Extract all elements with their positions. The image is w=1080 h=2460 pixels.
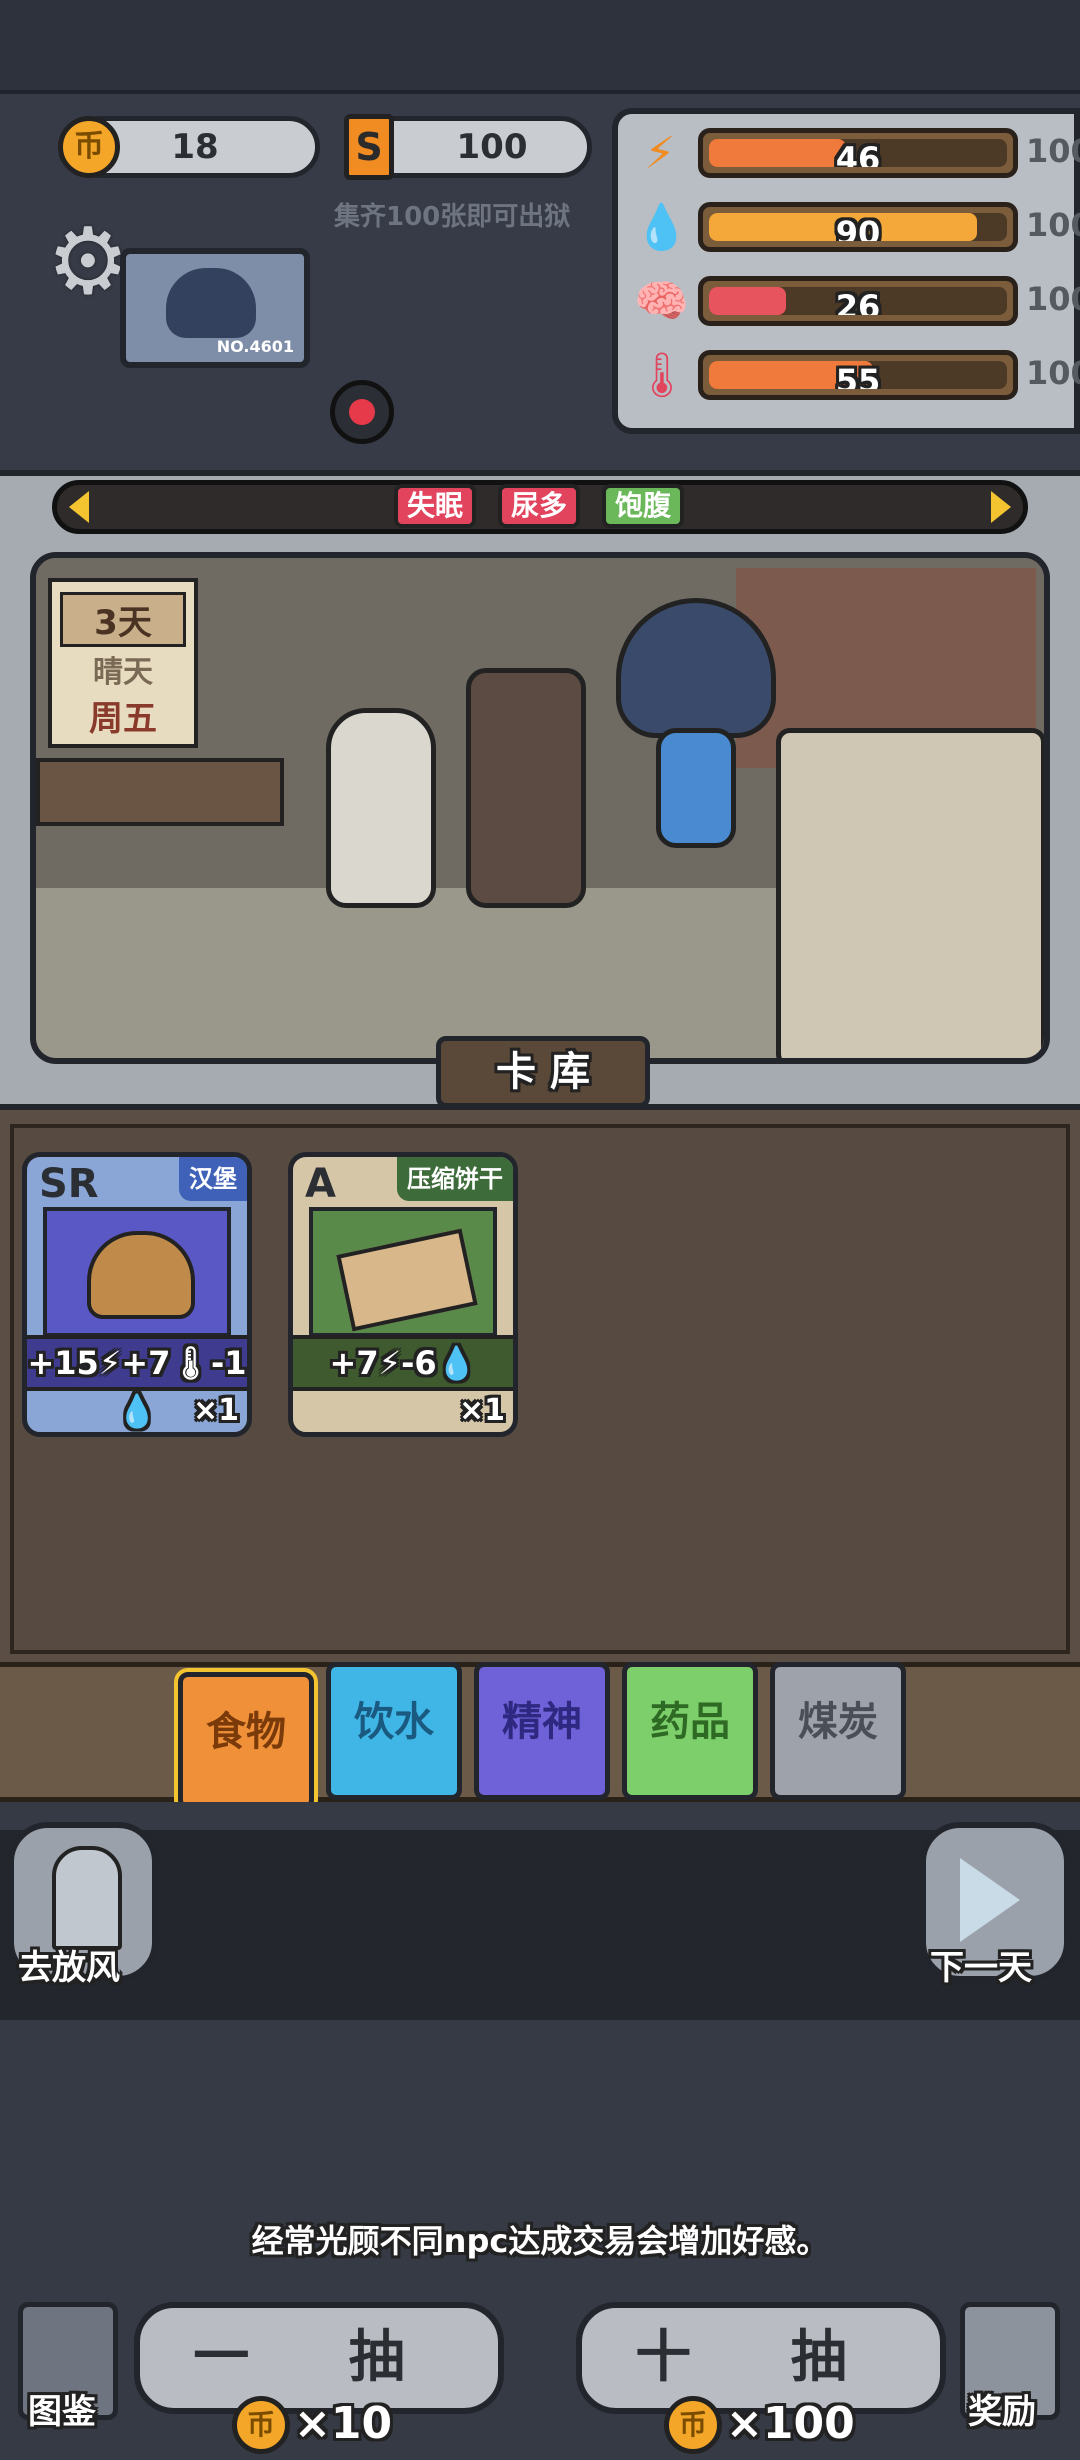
draw-ten-label: 十 抽 (635, 2325, 887, 2390)
water-max: 100 (1026, 206, 1080, 244)
tab-mind-label: 精神 (502, 1699, 582, 1745)
bed[interactable] (776, 728, 1044, 1058)
stat-water: 💧 90 100 (634, 198, 1080, 258)
temperature-bar: 55 (698, 350, 1018, 400)
tab-medicine[interactable]: 药品 (622, 1662, 758, 1800)
floor-grate (0, 1830, 1080, 2020)
prisoner-portrait-icon (166, 268, 256, 338)
reward-label: 奖励 (968, 2392, 1036, 2432)
brain-icon: 🧠 (634, 276, 689, 327)
prison-cell-scene: 3天 晴天 周五 (30, 552, 1050, 1064)
coal-stove[interactable] (466, 668, 586, 908)
camera-icon (330, 380, 394, 444)
coin-icon: 币 (58, 116, 120, 178)
draw-ten-cost: ×100 (726, 2398, 855, 2449)
water-icon: 💧 (634, 202, 689, 253)
prisoner-character[interactable] (596, 598, 796, 918)
calendar: 3天 晴天 周五 (48, 578, 198, 748)
next-arrow-icon[interactable] (991, 491, 1011, 523)
energy-value: 46 (835, 140, 881, 167)
status-tag-full: 饱腹 (602, 484, 684, 528)
card-rank: A (305, 1161, 336, 1207)
status-tag-insomnia: 失眠 (394, 484, 476, 528)
tab-coal[interactable]: 煤炭 (770, 1662, 906, 1800)
toilet[interactable] (326, 708, 436, 908)
energy-icon: ⚡ (644, 128, 676, 179)
card-effects: +7⚡-6💧 (293, 1335, 513, 1391)
energy-max: 100 (1026, 132, 1080, 170)
draw-one-label: 一 抽 (193, 2325, 445, 2390)
stat-energy: ⚡ 46 100 (634, 124, 1080, 184)
biscuit-icon (309, 1207, 497, 1337)
prisoner-monitor: NO.4601 (120, 248, 310, 368)
card-rank: SR (39, 1161, 99, 1207)
water-bar: 90 (698, 202, 1018, 252)
draw-one-cost: ×10 (294, 2398, 393, 2449)
card-count: ×1 (192, 1393, 239, 1428)
tab-food[interactable]: 食物 (174, 1668, 318, 1814)
card-hamburger[interactable]: SR 汉堡 +15⚡+7🌡-1💧 ×1 (22, 1152, 252, 1437)
tab-mind[interactable]: 精神 (474, 1662, 610, 1800)
collect-hint: 集齐100张即可出狱 (334, 202, 571, 232)
tip-text: 经常光顾不同npc达成交易会增加好感。 (251, 2222, 829, 2260)
stat-temperature: 🌡 55 100 (634, 346, 1080, 406)
coin-icon: 币 (664, 2396, 722, 2454)
card-name: 汉堡 (179, 1157, 247, 1201)
water-value: 90 (835, 214, 881, 241)
tab-food-label: 食物 (206, 1709, 286, 1755)
card-count: ×1 (458, 1393, 505, 1428)
tab-medicine-label: 药品 (650, 1699, 730, 1745)
status-tag-frequent-urination: 尿多 (498, 484, 580, 528)
temperature-max: 100 (1026, 354, 1080, 392)
card-library-button[interactable]: 卡 库 (436, 1036, 650, 1108)
stat-mind: 🧠 26 100 (634, 272, 1080, 332)
stone-wall-top (0, 0, 1080, 94)
card-library-label: 卡 库 (496, 1049, 590, 1095)
card-effects: +15⚡+7🌡-1💧 (27, 1335, 247, 1430)
card-s-icon: S (344, 114, 394, 180)
temperature-value: 55 (835, 362, 881, 389)
hamburger-icon (43, 1207, 231, 1337)
tab-water-label: 饮水 (354, 1699, 434, 1745)
mind-max: 100 (1026, 280, 1080, 318)
coin-icon: 币 (232, 2396, 290, 2454)
prisoner-number: NO.4601 (216, 337, 294, 356)
tab-water[interactable]: 饮水 (326, 1662, 462, 1800)
calendar-weather: 晴天 (93, 655, 153, 690)
calendar-days: 3天 (60, 592, 186, 647)
card-compressed-biscuit[interactable]: A 压缩饼干 +7⚡-6💧 ×1 (288, 1152, 518, 1437)
mind-bar: 26 (698, 276, 1018, 326)
play-next-icon (960, 1858, 1020, 1942)
energy-bar: 46 (698, 128, 1018, 178)
collection-label: 图鉴 (28, 2392, 96, 2432)
card-name: 压缩饼干 (397, 1157, 513, 1201)
tab-coal-label: 煤炭 (798, 1699, 878, 1745)
calendar-weekday: 周五 (89, 699, 157, 739)
door-icon (52, 1846, 122, 1950)
thermometer-icon: 🌡 (634, 350, 690, 401)
wooden-table (36, 758, 284, 826)
mind-value: 26 (835, 288, 881, 315)
prev-arrow-icon[interactable] (69, 491, 89, 523)
go-out-label: 去放风 (18, 1948, 120, 1988)
next-day-label: 下一天 (930, 1948, 1032, 1988)
stats-panel: ⚡ 46 100 💧 90 100 🧠 26 100 🌡 55 100 (612, 108, 1080, 434)
